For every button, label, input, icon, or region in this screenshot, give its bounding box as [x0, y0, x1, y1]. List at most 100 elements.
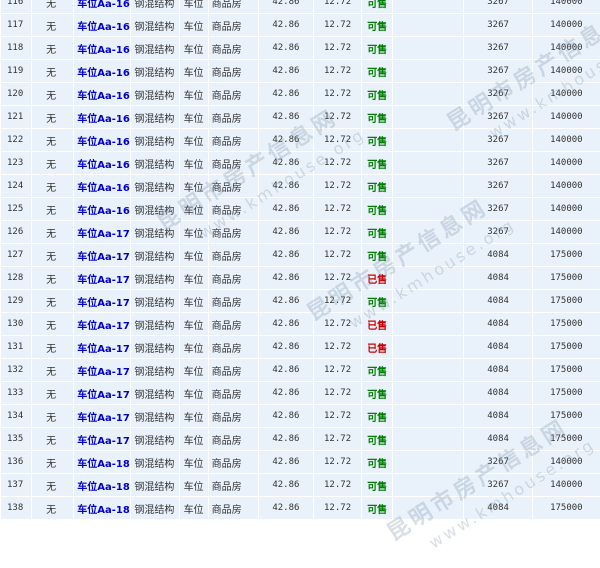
- unit-code-cell: 车位Aa-172: [74, 267, 131, 289]
- unit-code-link[interactable]: 车位Aa-174: [77, 321, 130, 332]
- unit-code-link[interactable]: 车位Aa-181: [77, 482, 130, 493]
- table-row: 123无车位Aa-167钢混结构车位商品房42.8612.72可售 3267140…: [1, 152, 600, 174]
- blank-cell: [393, 14, 464, 36]
- unit-code-link[interactable]: 车位Aa-169: [77, 206, 130, 217]
- floor-area: 42.86: [258, 129, 313, 151]
- inner-area: 12.72: [313, 14, 362, 36]
- row-number: 135: [1, 428, 32, 450]
- unit-code-link[interactable]: 车位Aa-163: [77, 68, 130, 79]
- mortgage-mark: 无: [32, 497, 74, 519]
- table-row: 126无车位Aa-170钢混结构车位商品房42.8612.72可售 3267140…: [1, 221, 600, 243]
- row-number: 130: [1, 313, 32, 335]
- property-type: 商品房: [208, 129, 258, 151]
- structure-type: 钢混结构: [131, 129, 179, 151]
- usage: 车位: [179, 290, 208, 312]
- blank-cell: [393, 175, 464, 197]
- property-type: 商品房: [208, 382, 258, 404]
- unit-code-link[interactable]: 车位Aa-170: [77, 229, 130, 240]
- floor-area: 42.86: [258, 405, 313, 427]
- blank-cell: [393, 428, 464, 450]
- unit-code-link[interactable]: 车位Aa-161: [77, 22, 130, 33]
- unit-code-cell: 车位Aa-170: [74, 221, 131, 243]
- table-body: 116无车位Aa-160钢混结构车位商品房42.8612.72可售3267140…: [1, 0, 600, 519]
- unit-code-link[interactable]: 车位Aa-168: [77, 183, 130, 194]
- unit-code-cell: 车位Aa-163: [74, 60, 131, 82]
- structure-type: 钢混结构: [131, 428, 179, 450]
- property-type: 商品房: [208, 198, 258, 220]
- inner-area: 12.72: [313, 152, 362, 174]
- unit-code-link[interactable]: 车位Aa-178: [77, 413, 130, 424]
- floor-area: 42.86: [258, 198, 313, 220]
- sale-status: 可售: [362, 152, 393, 174]
- unit-price: 3267: [464, 451, 532, 473]
- unit-code-link[interactable]: 车位Aa-182: [77, 505, 130, 516]
- row-number: 129: [1, 290, 32, 312]
- unit-code-link[interactable]: 车位Aa-175: [77, 344, 130, 355]
- unit-code-link[interactable]: 车位Aa-180: [77, 459, 130, 470]
- usage: 车位: [179, 382, 208, 404]
- floor-area: 42.86: [258, 290, 313, 312]
- unit-code-link[interactable]: 车位Aa-166: [77, 137, 130, 148]
- mortgage-mark: 无: [32, 244, 74, 266]
- table-row: 137无车位Aa-181钢混结构车位商品房42.8612.72可售 3267140…: [1, 474, 600, 496]
- table-row: 121无车位Aa-165钢混结构车位商品房42.8612.72可售 3267140…: [1, 106, 600, 128]
- parking-listing-table: 116无车位Aa-160钢混结构车位商品房42.8612.72可售3267140…: [0, 0, 600, 520]
- total-price: 175000: [532, 382, 600, 404]
- unit-code-cell: 车位Aa-162: [74, 37, 131, 59]
- mortgage-mark: 无: [32, 175, 74, 197]
- unit-code-link[interactable]: 车位Aa-176: [77, 367, 130, 378]
- usage: 车位: [179, 474, 208, 496]
- structure-type: 钢混结构: [131, 474, 179, 496]
- table-row: 117无车位Aa-161钢混结构车位商品房42.8612.72可售 3267140…: [1, 14, 600, 36]
- structure-type: 钢混结构: [131, 106, 179, 128]
- unit-code-cell: 车位Aa-165: [74, 106, 131, 128]
- unit-code-cell: 车位Aa-168: [74, 175, 131, 197]
- row-number: 125: [1, 198, 32, 220]
- total-price: 175000: [532, 267, 600, 289]
- sale-status: 可售: [362, 359, 393, 381]
- total-price: 140000: [532, 175, 600, 197]
- mortgage-mark: 无: [32, 474, 74, 496]
- row-number: 134: [1, 405, 32, 427]
- unit-code-link[interactable]: 车位Aa-164: [77, 91, 130, 102]
- structure-type: 钢混结构: [131, 267, 179, 289]
- unit-code-link[interactable]: 车位Aa-165: [77, 114, 130, 125]
- row-number: 117: [1, 14, 32, 36]
- total-price: 140000: [532, 14, 600, 36]
- unit-code-link[interactable]: 车位Aa-172: [77, 275, 130, 286]
- unit-code-cell: 车位Aa-176: [74, 359, 131, 381]
- table-row: 119无车位Aa-163钢混结构车位商品房42.8612.72可售 3267140…: [1, 60, 600, 82]
- usage: 车位: [179, 336, 208, 358]
- sale-status: 可售: [362, 405, 393, 427]
- inner-area: 12.72: [313, 267, 362, 289]
- property-type: 商品房: [208, 474, 258, 496]
- row-number: 137: [1, 474, 32, 496]
- mortgage-mark: 无: [32, 152, 74, 174]
- unit-code-link[interactable]: 车位Aa-173: [77, 298, 130, 309]
- row-number: 123: [1, 152, 32, 174]
- unit-code-cell: 车位Aa-177: [74, 382, 131, 404]
- unit-code-link[interactable]: 车位Aa-160: [77, 0, 130, 10]
- unit-price: 3267: [464, 37, 532, 59]
- table-row: 116无车位Aa-160钢混结构车位商品房42.8612.72可售 3267140…: [1, 0, 600, 13]
- structure-type: 钢混结构: [131, 244, 179, 266]
- floor-area: 42.86: [258, 359, 313, 381]
- blank-cell: [393, 474, 464, 496]
- unit-code-link[interactable]: 车位Aa-167: [77, 160, 130, 171]
- unit-code-cell: 车位Aa-174: [74, 313, 131, 335]
- row-number: 116: [1, 0, 32, 13]
- total-price: 140000: [532, 198, 600, 220]
- unit-code-link[interactable]: 车位Aa-171: [77, 252, 130, 263]
- unit-code-link[interactable]: 车位Aa-179: [77, 436, 130, 447]
- total-price: 140000: [532, 129, 600, 151]
- usage: 车位: [179, 497, 208, 519]
- unit-price: 3267: [464, 14, 532, 36]
- blank-cell: [393, 359, 464, 381]
- unit-price: 4084: [464, 290, 532, 312]
- unit-code-link[interactable]: 车位Aa-177: [77, 390, 130, 401]
- unit-price: 4084: [464, 244, 532, 266]
- inner-area: 12.72: [313, 428, 362, 450]
- structure-type: 钢混结构: [131, 382, 179, 404]
- inner-area: 12.72: [313, 37, 362, 59]
- unit-code-link[interactable]: 车位Aa-162: [77, 45, 130, 56]
